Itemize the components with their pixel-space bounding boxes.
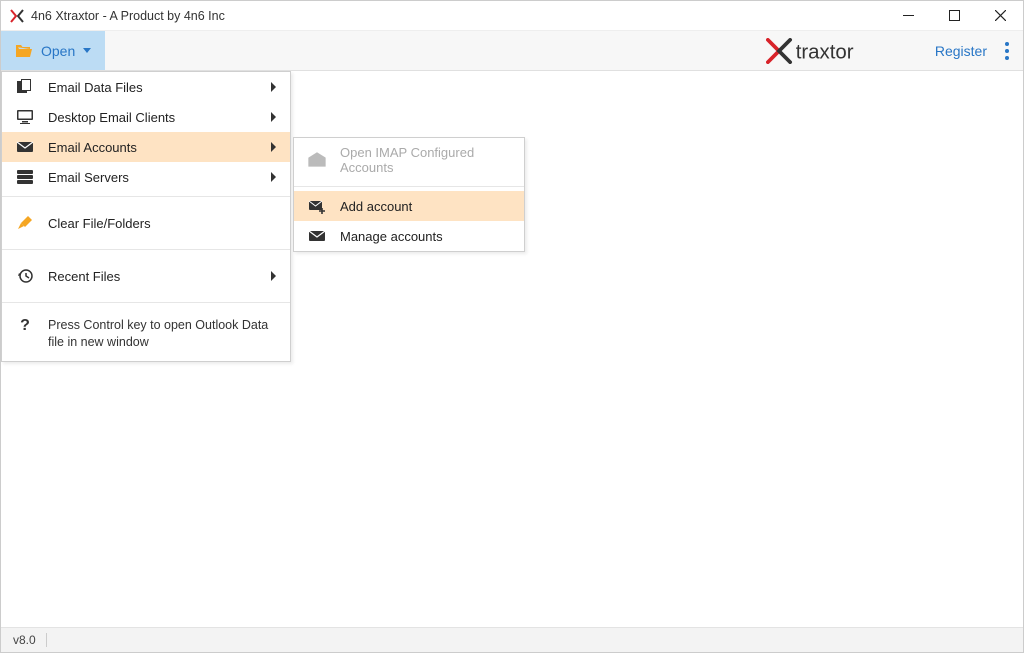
menu-item-email-servers[interactable]: Email Servers — [2, 162, 290, 192]
toolbar: Open traxtor Register — [1, 31, 1023, 71]
chevron-right-icon — [271, 172, 276, 182]
chevron-down-icon — [83, 48, 91, 53]
open-dropdown-menu: Email Data Files Desktop Email Clients E… — [1, 71, 291, 362]
menu-hint: ? Press Control key to open Outlook Data… — [2, 307, 290, 361]
chevron-right-icon — [271, 142, 276, 152]
menu-item-recent[interactable]: Recent Files — [2, 254, 290, 298]
brand-logo: traxtor — [766, 38, 915, 64]
status-divider — [46, 633, 47, 647]
broom-icon — [16, 215, 34, 231]
content-area: Email Data Files Desktop Email Clients E… — [1, 71, 1023, 627]
envelope-open-icon — [308, 152, 326, 168]
submenu-label: Open IMAP Configured Accounts — [340, 145, 510, 175]
menu-item-label: Recent Files — [48, 269, 257, 284]
menu-item-label: Desktop Email Clients — [48, 110, 257, 125]
help-icon: ? — [16, 318, 34, 334]
email-accounts-submenu: Open IMAP Configured Accounts Add accoun… — [293, 137, 525, 252]
envelope-icon — [308, 228, 326, 244]
menu-item-clear[interactable]: Clear File/Folders — [2, 201, 290, 245]
titlebar: 4n6 Xtraxtor - A Product by 4n6 Inc — [1, 1, 1023, 31]
menu-item-label: Clear File/Folders — [48, 216, 276, 231]
desktop-icon — [16, 109, 34, 125]
window-controls — [885, 1, 1023, 30]
chevron-right-icon — [271, 112, 276, 122]
menu-separator — [2, 302, 290, 303]
submenu-manage-accounts[interactable]: Manage accounts — [294, 221, 524, 251]
menu-hint-text: Press Control key to open Outlook Data f… — [48, 317, 276, 351]
open-button[interactable]: Open — [1, 31, 105, 70]
server-icon — [16, 169, 34, 185]
envelope-plus-icon — [308, 198, 326, 214]
minimize-button[interactable] — [885, 1, 931, 30]
submenu-label: Add account — [340, 199, 510, 214]
menu-item-label: Email Servers — [48, 170, 257, 185]
register-link[interactable]: Register — [935, 43, 987, 59]
version-label: v8.0 — [13, 633, 36, 647]
statusbar: v8.0 — [1, 627, 1023, 652]
envelope-icon — [16, 139, 34, 155]
menu-item-desktop-clients[interactable]: Desktop Email Clients — [2, 102, 290, 132]
chevron-right-icon — [271, 271, 276, 281]
history-icon — [16, 268, 34, 284]
more-options-button[interactable] — [1005, 42, 1009, 60]
menu-item-label: Email Data Files — [48, 80, 257, 95]
files-icon — [16, 79, 34, 95]
maximize-button[interactable] — [931, 1, 977, 30]
close-button[interactable] — [977, 1, 1023, 30]
menu-separator — [2, 196, 290, 197]
menu-item-email-data-files[interactable]: Email Data Files — [2, 72, 290, 102]
menu-item-email-accounts[interactable]: Email Accounts — [2, 132, 290, 162]
menu-separator — [294, 186, 524, 187]
app-icon — [9, 8, 25, 24]
submenu-label: Manage accounts — [340, 229, 510, 244]
svg-text:traxtor: traxtor — [796, 41, 854, 63]
chevron-right-icon — [271, 82, 276, 92]
window-title: 4n6 Xtraxtor - A Product by 4n6 Inc — [31, 9, 885, 23]
menu-separator — [2, 249, 290, 250]
submenu-add-account[interactable]: Add account — [294, 191, 524, 221]
folder-open-icon — [15, 44, 33, 58]
open-button-label: Open — [41, 43, 75, 59]
menu-item-label: Email Accounts — [48, 140, 257, 155]
submenu-open-imap: Open IMAP Configured Accounts — [294, 138, 524, 182]
